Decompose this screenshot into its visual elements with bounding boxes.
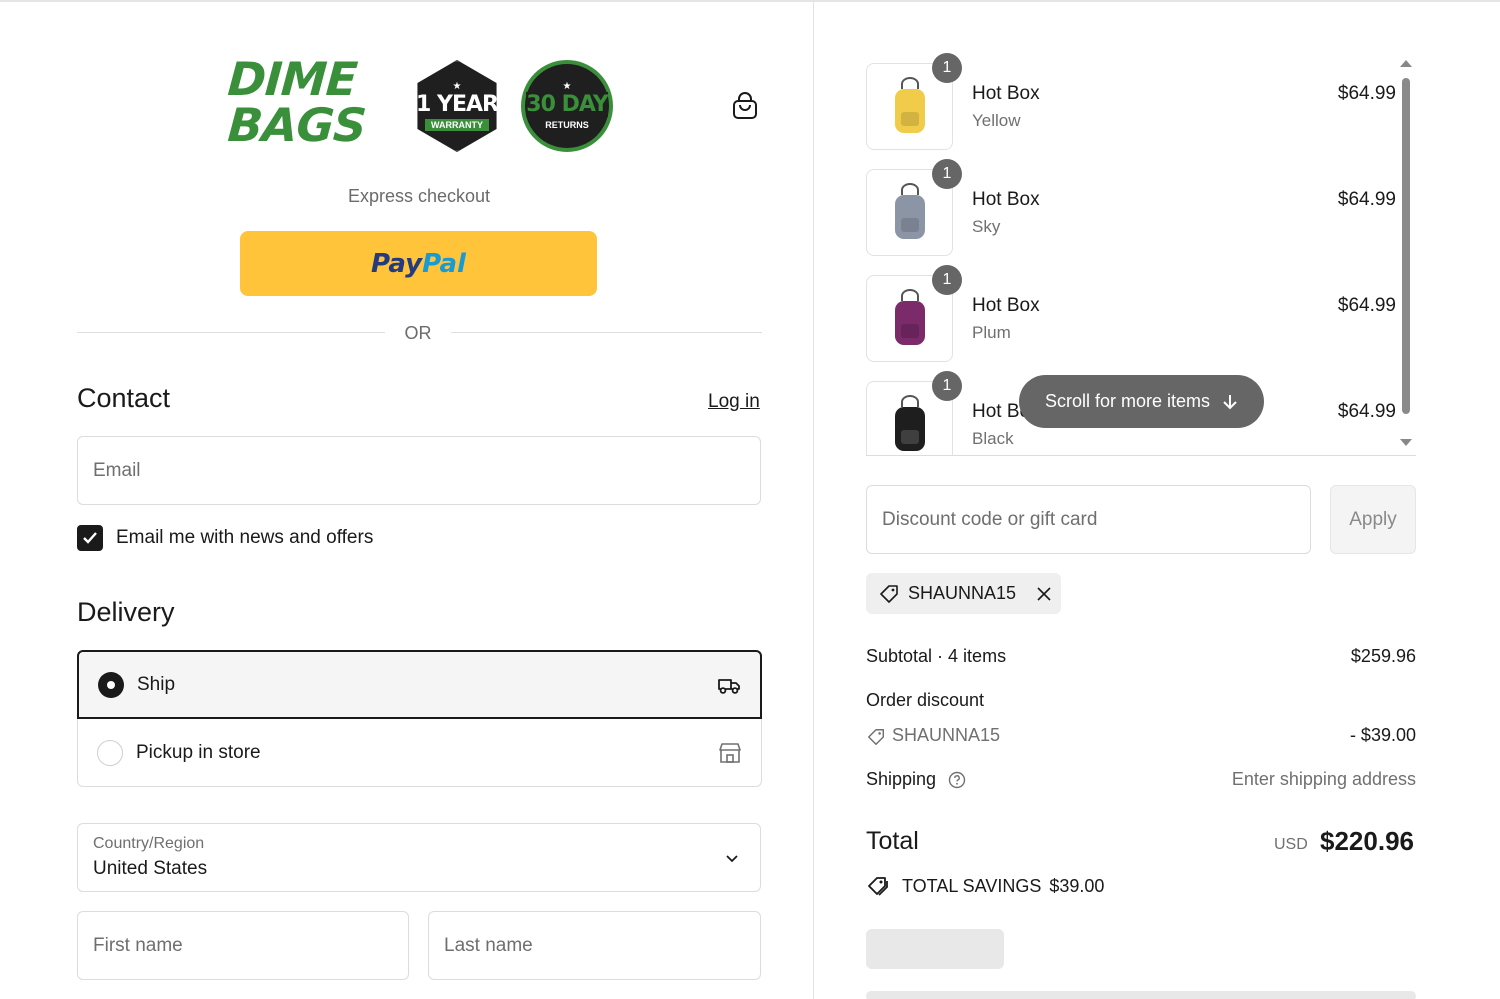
brand-name-line1: DIME — [226, 52, 359, 106]
warranty-badge: ★ 1 YEAR WARRANTY — [411, 60, 503, 152]
total-label: Total — [866, 827, 919, 855]
delivery-option-pickup[interactable]: Pickup in store — [77, 719, 762, 787]
item-price: $64.99 — [1337, 401, 1396, 422]
star-icon: ★ — [562, 81, 572, 92]
backpack-body — [895, 407, 925, 451]
cart-item: 1 Hot Box Sky $64.99 — [866, 159, 1416, 261]
total-savings: TOTAL SAVINGS $39.00 — [866, 874, 1104, 898]
scrollbar-thumb[interactable] — [1402, 78, 1410, 414]
delivery-heading: Delivery — [77, 597, 175, 627]
tag-icon — [868, 729, 884, 745]
discount-value: - $39.00 — [1349, 725, 1416, 745]
total-value: $220.96 — [1320, 826, 1414, 856]
first-name-field[interactable]: First name — [77, 911, 409, 980]
scroll-more-label: Scroll for more items — [1044, 391, 1211, 411]
cart-item: 1 Hot Box Plum $64.99 — [866, 265, 1416, 367]
store-icon — [719, 742, 741, 763]
item-variant: Sky — [972, 217, 1001, 236]
item-variant: Plum — [972, 323, 1011, 342]
warranty-badge-title: 1 YEAR — [416, 92, 499, 117]
item-price: $64.99 — [1337, 83, 1396, 104]
brand-logo[interactable]: DIME BAGS — [226, 52, 368, 152]
savings-label: TOTAL SAVINGS — [902, 875, 1042, 896]
applied-discount-chip: SHAUNNA15 — [866, 573, 1061, 614]
help-icon[interactable] — [948, 771, 966, 789]
pickup-label: Pickup in store — [136, 741, 261, 763]
paypal-logo-part2: Pal — [422, 248, 466, 279]
brand-name-line2: BAGS — [226, 98, 368, 152]
item-name: Hot Box — [972, 83, 1040, 104]
items-divider — [866, 455, 1416, 456]
cart-item: 1 Hot Box Yellow $64.99 — [866, 53, 1416, 155]
apply-discount-button[interactable]: Apply — [1330, 485, 1416, 554]
last-name-field[interactable]: Last name — [428, 911, 761, 980]
newsletter-label: Email me with news and offers — [116, 527, 374, 548]
returns-badge-title: 30 DAY — [526, 92, 609, 117]
quantity-badge: 1 — [932, 53, 962, 83]
paypal-button[interactable]: Pay Pal — [240, 231, 597, 296]
item-price: $64.99 — [1337, 189, 1396, 210]
country-select-value: United States — [93, 858, 208, 879]
subtotal-label: Subtotal · 4 items — [866, 646, 1007, 666]
ship-label: Ship — [137, 673, 176, 695]
backpack-body — [895, 301, 925, 345]
delivery-option-ship[interactable]: Ship — [77, 650, 762, 719]
chevron-down-icon — [726, 855, 738, 863]
tags-icon — [868, 877, 888, 896]
tag-icon — [880, 584, 898, 603]
returns-badge-ribbon: RETURNS — [539, 119, 595, 131]
country-select-label: Country/Region — [93, 835, 205, 852]
email-placeholder: Email — [93, 459, 141, 481]
backpack-body — [895, 195, 925, 239]
shopping-bag-icon[interactable] — [730, 91, 760, 121]
item-name: Hot Box — [972, 189, 1040, 210]
item-variant: Yellow — [972, 111, 1021, 130]
item-price: $64.99 — [1337, 295, 1396, 316]
email-field[interactable]: Email — [77, 436, 761, 505]
contact-heading: Contact — [77, 383, 171, 413]
last-name-placeholder: Last name — [444, 934, 533, 956]
or-label: OR — [404, 323, 432, 343]
star-icon: ★ — [452, 81, 462, 92]
applied-code-label: SHAUNNA15 — [908, 583, 1017, 603]
subtotal-value: $259.96 — [1350, 646, 1416, 666]
discount-placeholder: Discount code or gift card — [882, 508, 1098, 530]
checkmark-icon — [83, 532, 97, 544]
discount-code-input[interactable]: Discount code or gift card — [866, 485, 1311, 554]
shipping-value: Enter shipping address — [1231, 769, 1416, 789]
country-select[interactable]: Country/Region United States — [77, 823, 761, 892]
scroll-more-button[interactable]: Scroll for more items — [1019, 375, 1264, 428]
backpack-body — [895, 89, 925, 133]
quantity-badge: 1 — [932, 371, 962, 401]
pickup-radio[interactable] — [97, 739, 123, 766]
shipping-label: Shipping — [866, 769, 937, 789]
savings-value: $39.00 — [1049, 875, 1105, 896]
close-icon[interactable] — [1036, 586, 1052, 602]
discount-code-summary: SHAUNNA15 — [892, 725, 1001, 745]
first-name-placeholder: First name — [93, 934, 183, 956]
express-checkout-label: Express checkout — [347, 186, 491, 206]
login-link[interactable]: Log in — [708, 391, 760, 413]
scroll-up-arrow[interactable] — [1400, 60, 1412, 67]
item-name: Hot Box — [972, 295, 1040, 316]
order-discount-label: Order discount — [866, 690, 985, 710]
quantity-badge: 1 — [932, 159, 962, 189]
loading-placeholder-bar — [866, 991, 1416, 999]
loading-placeholder — [866, 929, 1004, 969]
arrow-down-icon — [1223, 394, 1237, 409]
returns-badge: ★ 30 DAY RETURNS — [521, 60, 613, 152]
item-variant: Black — [972, 429, 1014, 448]
currency-code: USD — [1274, 836, 1308, 853]
quantity-badge: 1 — [932, 265, 962, 295]
scroll-down-arrow[interactable] — [1400, 439, 1412, 446]
ship-radio[interactable] — [98, 671, 124, 698]
truck-icon — [718, 678, 740, 694]
or-divider: OR — [77, 321, 762, 345]
column-divider — [813, 0, 814, 999]
newsletter-checkbox[interactable] — [77, 525, 103, 551]
warranty-badge-ribbon: WARRANTY — [425, 119, 489, 131]
paypal-logo-part1: Pay — [371, 248, 423, 279]
checkout-form-column: DIME BAGS ★ 1 YEAR WARRANTY ★ 30 DAY RET… — [0, 0, 813, 999]
